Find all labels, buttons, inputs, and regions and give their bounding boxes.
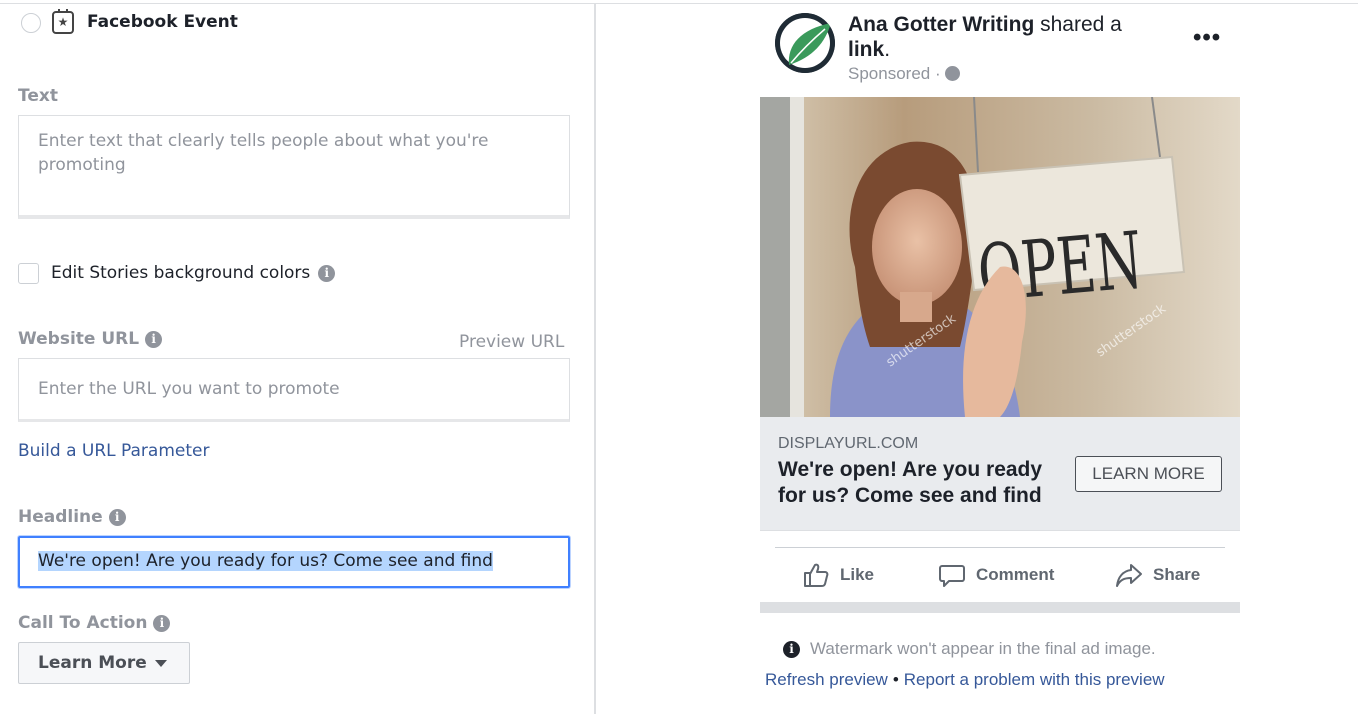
ad-photo: OPEN shutterstock shutterstock [760,97,1240,417]
text-label: Text [18,86,58,106]
ad-image: OPEN shutterstock shutterstock [760,97,1240,417]
preview-url-link[interactable]: Preview URL [459,332,564,352]
edit-stories-text: Edit Stories background colors [51,263,311,283]
headline-label-text: Headline [18,507,103,527]
sponsored-separator: · [934,64,941,83]
watermark-notice: i Watermark won't appear in the final ad … [783,639,1156,659]
learn-more-button[interactable]: LEARN MORE [1075,456,1222,492]
display-url: DISPLAYURL.COM [778,435,919,452]
share-label: Share [1153,565,1201,584]
page-avatar[interactable] [775,13,835,73]
panel-divider [594,4,596,714]
call-to-action-value: Learn More [38,653,147,673]
footer-separator: • [892,670,899,689]
post-header: Ana Gotter Writing shared a link. [848,13,1122,61]
build-url-parameter-link[interactable]: Build a URL Parameter [18,441,209,461]
leaf-logo-icon [775,13,835,73]
website-url-label: Website URL i [18,329,163,349]
post-action: shared a [1040,13,1122,36]
headline-label: Headline i [18,507,126,527]
link-preview-box[interactable]: DISPLAYURL.COM We're open! Are you ready… [760,417,1240,531]
calendar-star-icon: ★ [52,9,74,34]
call-to-action-label-text: Call To Action [18,613,148,633]
like-button[interactable]: Like [802,561,874,589]
headline-value: We're open! Are you ready for us? Come s… [38,551,493,571]
text-textarea[interactable]: Enter text that clearly tells people abo… [18,115,570,219]
share-button[interactable]: Share [1115,561,1200,589]
info-icon[interactable]: i [318,265,336,282]
share-icon [1116,564,1142,587]
sponsored-text: Sponsored [848,64,931,83]
link-headline: We're open! Are you ready for us? Come s… [778,458,1043,507]
caret-down-icon [155,660,167,667]
edit-stories-label: Edit Stories background colors i [51,263,336,283]
headline-input[interactable]: We're open! Are you ready for us? Come s… [18,536,570,588]
thumbs-up-icon [804,563,829,587]
ad-form-panel: ★ Facebook Event Text Enter text that cl… [0,0,594,714]
info-icon[interactable]: i [108,509,126,526]
website-url-label-text: Website URL [18,329,140,349]
comment-icon [939,565,965,587]
website-url-input[interactable]: Enter the URL you want to promote [18,358,570,422]
page-name[interactable]: Ana Gotter Writing [848,13,1034,36]
post-object[interactable]: link [848,38,884,61]
comment-label: Comment [976,565,1055,584]
watermark-notice-text: Watermark won't appear in the final ad i… [810,639,1156,658]
info-icon[interactable]: i [153,615,171,632]
call-to-action-dropdown[interactable]: Learn More [18,642,190,684]
comment-button[interactable]: Comment [938,561,1054,589]
actions-divider [775,547,1225,548]
globe-icon [944,66,960,81]
more-options-icon[interactable]: ••• [1193,24,1221,52]
refresh-preview-link[interactable]: Refresh preview [765,670,888,689]
facebook-event-label: Facebook Event [87,12,238,32]
info-icon[interactable]: i [145,331,163,348]
sponsored-label: Sponsored · [848,64,960,84]
preview-bottom-bar [760,602,1240,613]
report-problem-link[interactable]: Report a problem with this preview [904,670,1165,689]
preview-footer: Refresh preview • Report a problem with th… [765,670,1165,690]
info-icon: i [783,641,800,658]
call-to-action-label: Call To Action i [18,613,171,633]
edit-stories-checkbox[interactable] [18,263,39,284]
like-label: Like [840,565,875,584]
facebook-event-radio[interactable] [21,13,41,33]
